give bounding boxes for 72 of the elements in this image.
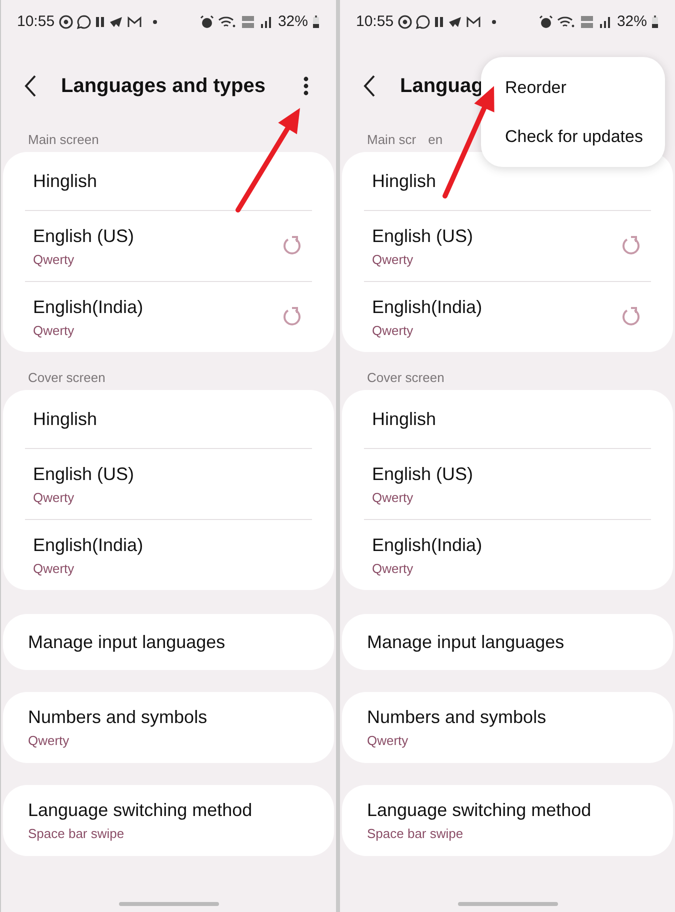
menu-item[interactable]: Check for updates [481, 112, 665, 161]
section-label: Cover screen [367, 369, 444, 388]
back-icon [23, 74, 37, 98]
menu-item[interactable]: Reorder [481, 63, 665, 112]
settings-card[interactable]: Manage input languages [3, 614, 334, 670]
reset-icon [282, 236, 302, 256]
pause-icon [94, 16, 105, 28]
paper-plane-icon [108, 16, 123, 28]
language-name: English(India) [33, 534, 144, 557]
status-time: 10:55 [17, 12, 55, 32]
layout-subtitle: Qwerty [33, 322, 76, 340]
language-name: Hinglish [33, 170, 98, 193]
battery-percent: 32% [278, 12, 308, 32]
screen-title: Languag [400, 74, 484, 99]
section-label: Cover screen [28, 369, 106, 388]
envelope-icon [126, 16, 142, 28]
status-time: 10:55 [356, 12, 394, 32]
language-name: English (US) [372, 224, 474, 248]
settings-card[interactable]: Manage input languages [342, 614, 673, 670]
section-label: Main scr [367, 131, 416, 150]
language-name: English(India) [33, 296, 144, 319]
wifi-icon [556, 15, 575, 29]
setting-value: Qwerty [28, 732, 70, 750]
chat-bubble-icon [76, 15, 91, 29]
setting-label: Numbers and symbols [28, 706, 208, 730]
alarm-clock-icon [200, 15, 214, 29]
layout-subtitle: Qwerty [33, 488, 76, 507]
back-icon [362, 74, 376, 98]
language-name: English (US) [372, 462, 474, 486]
pause-icon [434, 16, 444, 28]
signal-icon [598, 15, 613, 29]
alarm-clock-icon [538, 15, 553, 29]
layout-subtitle: Qwerty [372, 322, 414, 340]
wifi-icon [218, 15, 236, 29]
language-name: English(India) [372, 296, 484, 319]
envelope-icon [466, 16, 481, 28]
more-icon [303, 76, 309, 96]
settings-card[interactable]: Numbers and symbols Qwerty [342, 692, 673, 763]
language-name: Hinglish [372, 170, 438, 193]
battery-percent: 32% [616, 12, 647, 32]
setting-label: Numbers and symbols [367, 706, 548, 730]
language-name: English (US) [33, 224, 136, 248]
setting-value: Qwerty [367, 732, 410, 750]
language-name: Hinglish [372, 408, 438, 431]
settings-card[interactable]: Language switching method Space bar swipe [342, 785, 673, 856]
setting-value: Space bar swipe [28, 825, 126, 844]
layout-subtitle: Qwerty [372, 560, 414, 578]
chat-bubble-icon [416, 15, 430, 29]
language-name: English(India) [372, 534, 484, 557]
section-label: en [428, 131, 443, 150]
layout-subtitle: Qwerty [33, 560, 76, 578]
signal-icon [260, 15, 274, 29]
layout-subtitle: Qwerty [372, 488, 414, 507]
battery-icon [312, 15, 320, 29]
setting-label: Manage input languages [367, 630, 566, 654]
reset-icon [282, 307, 302, 327]
language-name: English (US) [33, 462, 136, 486]
paper-plane-icon [448, 16, 462, 28]
setting-label: Language switching method [28, 799, 254, 822]
reset-icon [621, 307, 641, 327]
reset-icon [621, 236, 641, 256]
section-label: Main screen [28, 131, 99, 150]
setting-value: Space bar swipe [367, 825, 464, 844]
layout-subtitle: Qwerty [33, 250, 76, 269]
layout-subtitle: Qwerty [372, 250, 414, 269]
settings-card[interactable]: Numbers and symbols Qwerty [3, 692, 334, 763]
setting-label: Language switching method [367, 799, 592, 822]
screen-title: Languages and types [61, 74, 266, 99]
language-name: Hinglish [33, 408, 98, 431]
settings-card[interactable]: Language switching method Space bar swipe [3, 785, 334, 856]
setting-label: Manage input languages [28, 630, 226, 654]
battery-icon [651, 15, 659, 29]
